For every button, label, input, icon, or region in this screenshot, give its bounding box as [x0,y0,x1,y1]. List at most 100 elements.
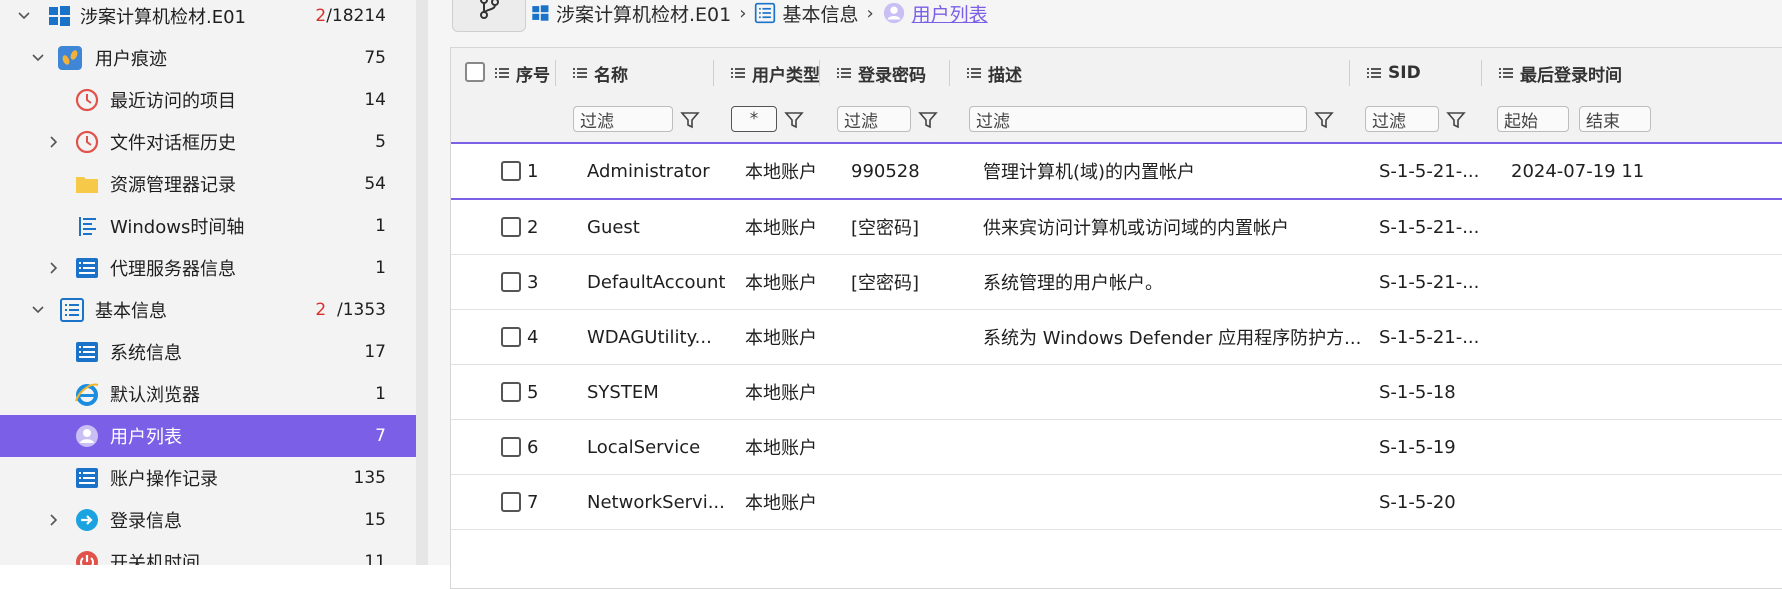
item-count: 17 [364,342,386,362]
tree-item-system-info[interactable]: 系统信息 17 [0,331,416,373]
chevron-right-icon[interactable] [46,260,62,276]
tree-item-user-traces[interactable]: 用户痕迹 75 [0,37,416,79]
tree-item-file-dialog-history[interactable]: 文件对话框历史 5 [0,121,416,163]
cell-index: 5 [527,381,539,403]
chevron-right-icon[interactable] [46,134,62,150]
cell-index: 4 [527,326,539,348]
table-row[interactable]: 3 DefaultAccount 本地账户 [空密码] 系统管理的用户帐户。 S… [451,255,1782,310]
tree-item-label: 涉案计算机检材.E01 [80,7,246,28]
table-row[interactable]: 6 LocalService 本地账户 S-1-5-19 [451,420,1782,475]
row-checkbox[interactable] [501,382,521,402]
column-divider[interactable] [1481,60,1482,86]
cell-index: 2 [527,216,539,238]
column-header-last-login[interactable]: 最后登录时间 [1499,48,1622,98]
branch-icon [480,0,499,19]
cell-index: 6 [527,436,539,458]
cell-type: 本地账户 [745,162,817,183]
tree-item-account-operations[interactable]: 账户操作记录 135 [0,457,416,499]
row-checkbox[interactable] [501,327,521,347]
row-checkbox[interactable] [501,492,521,512]
list-outline-icon [59,297,85,323]
row-checkbox[interactable] [501,272,521,292]
tree-item-proxy-info[interactable]: 代理服务器信息 1 [0,247,416,289]
chevron-down-icon[interactable] [30,50,46,66]
table-row[interactable]: 1 Administrator 本地账户 990528 管理计算机(域)的内置帐… [451,144,1782,200]
tree-item-recent-items[interactable]: 最近访问的项目 14 [0,79,416,121]
row-checkbox[interactable] [501,161,521,181]
column-divider[interactable] [713,60,714,86]
tree-item-label: 文件对话框历史 [110,133,236,154]
filter-icon[interactable] [783,109,805,131]
breadcrumb-current[interactable]: 用户列表 [882,0,988,27]
cell-description: 管理计算机(域)的内置帐户 [983,162,1196,183]
filter-date-end[interactable]: 结束 [1579,106,1651,132]
tree-item-user-list[interactable]: 用户列表 7 [0,415,416,457]
cell-sid: S-1-5-19 [1379,436,1456,458]
sidebar-scrollbar[interactable] [416,0,428,565]
tree-item-label: 基本信息 [95,301,167,322]
cell-type: 本地账户 [745,218,817,239]
filter-input-type[interactable]: * [731,106,777,132]
breadcrumb-current-label: 用户列表 [911,3,988,26]
breadcrumb-separator: › [866,2,874,24]
tree-item-windows-timeline[interactable]: Windows时间轴 1 [0,205,416,247]
column-divider[interactable] [819,60,820,86]
list-card-icon [74,255,100,281]
column-header-description[interactable]: 描述 [967,48,1022,98]
column-header-name[interactable]: 名称 [573,48,628,98]
tree-item-explorer-records[interactable]: 资源管理器记录 54 [0,163,416,205]
filter-date-start[interactable]: 起始 [1497,106,1569,132]
filter-input-sid[interactable]: 过滤 [1365,106,1439,132]
clock-icon [74,129,100,155]
cell-name: SYSTEM [587,381,659,403]
column-divider[interactable] [949,60,950,86]
filter-input-description[interactable]: 过滤 [969,106,1307,132]
filter-icon[interactable] [1313,109,1335,131]
tree-item-label: 代理服务器信息 [110,259,236,280]
item-count: 11 [364,552,386,565]
cell-description: 供来宾访问计算机或访问域的内置帐户 [983,218,1289,239]
table-row[interactable]: 4 WDAGUtility... 本地账户 系统为 Windows Defend… [451,310,1782,365]
cell-name: WDAGUtility... [587,326,712,348]
column-divider[interactable] [555,60,556,86]
breadcrumb-parent[interactable]: 基本信息 [754,0,858,27]
tree-item-label: 用户列表 [110,427,182,448]
table-row[interactable]: 5 SYSTEM 本地账户 S-1-5-18 [451,365,1782,420]
select-all-checkbox[interactable] [465,62,485,82]
column-header-type[interactable]: 用户类型 [731,48,820,98]
column-header-sid[interactable]: SID [1367,48,1421,98]
breadcrumb-root-label: 涉案计算机检材.E01 [556,3,732,26]
tree-item-login-info[interactable]: 登录信息 15 [0,499,416,541]
cell-password: [空密码] [851,273,920,294]
cell-type: 本地账户 [745,438,817,459]
tree-item-basic-info[interactable]: 基本信息 2 /1353 [0,289,416,331]
column-menu-icon [1367,68,1381,78]
filter-row: 过滤 * 过滤 过滤 过滤 起始 结束 [451,98,1782,144]
row-checkbox[interactable] [501,437,521,457]
chevron-down-icon[interactable] [30,302,46,318]
filter-icon[interactable] [917,109,939,131]
cell-name: Administrator [587,160,710,182]
list-card-icon [74,339,100,365]
cell-description: 系统为 Windows Defender 应用程序防护方... [983,328,1362,349]
column-header-index[interactable]: 序号 [495,48,550,98]
row-checkbox[interactable] [501,217,521,237]
filter-icon[interactable] [679,109,701,131]
breadcrumb-root[interactable]: 涉案计算机检材.E01 [530,0,731,27]
table-row[interactable]: 2 Guest 本地账户 [空密码] 供来宾访问计算机或访问域的内置帐户 S-1… [451,200,1782,255]
chevron-down-icon[interactable] [16,8,32,24]
column-divider[interactable] [1349,60,1350,86]
tree-item-case-root[interactable]: 涉案计算机检材.E01 2/18214 [0,0,416,37]
tree-item-default-browser[interactable]: 默认浏览器 1 [0,373,416,415]
filter-input-name[interactable]: 过滤 [573,106,673,132]
table-row[interactable]: 7 NetworkServi... 本地账户 S-1-5-20 [451,475,1782,530]
branch-tool-button[interactable] [452,0,526,32]
cell-name: Guest [587,216,640,238]
filter-icon[interactable] [1445,109,1467,131]
user-icon [883,2,904,24]
chevron-right-icon[interactable] [46,512,62,528]
column-header-password[interactable]: 登录密码 [837,48,926,98]
tree-item-power-times[interactable]: 开关机时间 11 [0,541,416,565]
filter-input-password[interactable]: 过滤 [837,106,911,132]
user-traces-icon [57,45,83,71]
